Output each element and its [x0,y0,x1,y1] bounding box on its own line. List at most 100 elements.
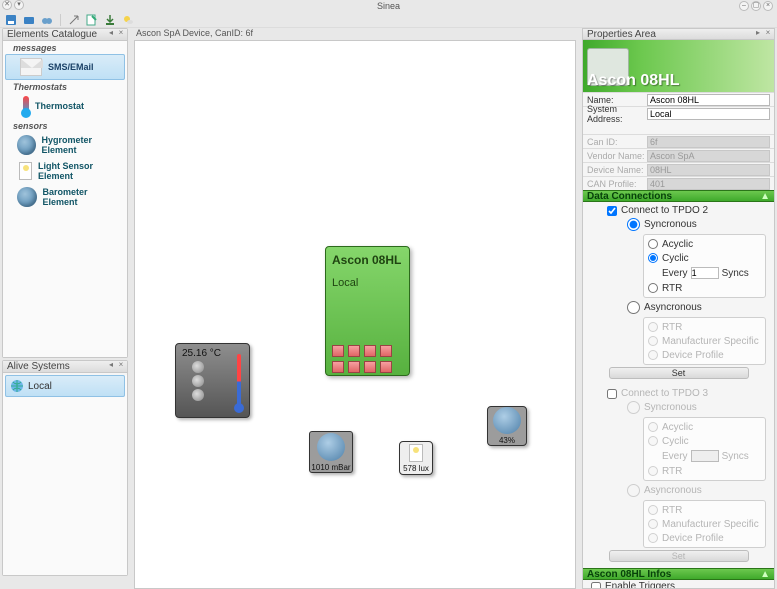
device-infos-header[interactable]: Ascon 08HL Infos▲ [583,568,774,580]
catalogue-item-smsemail[interactable]: SMS/EMail [5,54,125,80]
elements-catalogue-panel: Elements Catalogue ◂× messages SMS/EMail… [2,28,128,358]
acyclic3-radio [648,422,658,432]
catalogue-header[interactable]: Elements Catalogue ◂× [3,29,127,41]
design-canvas[interactable]: Ascon 08HL Local 25.16 °C 1010 mBar 578 … [134,40,576,589]
radio-label: Device Profile [662,533,724,544]
tpdo2-block: Connect to TPDO 2 Syncronous Acyclic Cyc… [583,202,774,385]
field-label: CAN Profile: [587,179,647,189]
catalogue-item-barometer[interactable]: Barometer Element [3,184,127,210]
gauge-icon [17,187,37,207]
field-label: Vendor Name: [587,151,647,161]
main-toolbar [0,12,777,28]
catalogue-item-label: Hygrometer Element [42,135,123,155]
set3-button: Set [609,550,749,562]
manu3-radio [648,519,658,529]
catalogue-item-hygrometer[interactable]: Hygrometer Element [3,132,127,158]
thermostat-node[interactable]: 25.16 °C [175,343,250,418]
device-node-addr: Local [332,277,403,289]
panel-close-icon[interactable]: × [117,29,125,37]
catalogue-group[interactable]: sensors [3,119,127,132]
enable-triggers-checkbox[interactable] [591,582,601,589]
panel-close-icon[interactable]: × [764,29,772,37]
barometer-node[interactable]: 1010 mBar [309,431,353,473]
rtr-radio[interactable] [648,283,658,293]
field-label: Can ID: [587,137,647,147]
name-input[interactable] [647,94,770,106]
catalogue-group[interactable]: messages [3,41,127,54]
minimize-button[interactable]: – [739,1,749,11]
section-title: Data Connections [587,191,672,202]
edit-icon[interactable] [85,13,99,27]
device-port[interactable] [364,345,376,357]
canvas-title: Ascon SpA Device, CanID: 6f [134,28,576,40]
system-menu-icon2[interactable]: ▾ [14,0,24,10]
properties-header[interactable]: Properties Area ▸× [582,28,775,40]
acyclic-radio[interactable] [648,239,658,249]
set-button[interactable]: Set [609,367,749,379]
close-button[interactable]: × [763,1,773,11]
device-port[interactable] [332,345,344,357]
async-radio[interactable] [627,301,640,314]
weather-icon[interactable] [121,13,135,27]
section-collapse-icon[interactable]: ▲ [760,569,770,580]
maximize-button[interactable]: ▢ [751,1,761,11]
arrow-icon[interactable] [67,13,81,27]
hygrometer-node[interactable]: 43% [487,406,527,446]
sync3-options: Acyclic Cyclic Every Syncs RTR [643,417,766,481]
radio-label: Manufacturer Specific [662,336,759,347]
sync-radio[interactable] [627,218,640,231]
rtr3-radio [648,466,658,476]
async-options: RTR Manufacturer Specific Device Profile [643,317,766,365]
download-icon[interactable] [103,13,117,27]
save-icon[interactable] [4,13,18,27]
alive-header[interactable]: Alive Systems ◂× [3,361,127,373]
binoculars-icon[interactable] [40,13,54,27]
panel-close-icon[interactable]: × [117,361,125,369]
lux-value: 578 lux [403,464,429,473]
device-port[interactable] [348,345,360,357]
thermostat-value: 25.16 °C [182,348,221,359]
device-port[interactable] [348,361,360,373]
manufacturer-radio [648,336,658,346]
thermometer-icon [23,96,29,116]
catalogue-item-lightsensor[interactable]: Light Sensor Element [3,158,127,184]
knob-icon [192,375,204,387]
radio-label: Syncronous [644,219,697,230]
radio-label: Cyclic [662,436,689,447]
cyclic-radio[interactable] [648,253,658,263]
device-node[interactable]: Ascon 08HL Local [325,246,410,376]
cyclic3-radio [648,436,658,446]
device-port[interactable] [380,345,392,357]
properties-title: Properties Area [587,29,656,40]
tpdo3-block: Connect to TPDO 3 Syncronous Acyclic Cyc… [583,385,774,568]
thermometer-icon [237,354,241,409]
rtr3b-radio [648,505,658,515]
radio-label: Syncronous [644,402,697,413]
section-collapse-icon[interactable]: ▲ [760,191,770,202]
connect-tpdo2-checkbox[interactable] [607,206,617,216]
catalogue-item-label: Barometer Element [43,187,124,207]
every3-spinner [691,450,719,462]
radio-label: Cyclic [662,253,689,264]
data-connections-header[interactable]: Data Connections ▲ [583,190,774,202]
catalogue-item-thermostat[interactable]: Thermostat [3,93,127,119]
open-icon[interactable] [22,13,36,27]
label: Every [662,268,688,279]
radio-label: RTR [662,505,682,516]
devp3-radio [648,533,658,543]
every-spinner[interactable] [691,267,719,279]
alive-system-item[interactable]: Local [5,375,125,397]
system-address-input[interactable] [647,108,770,120]
device-port[interactable] [380,361,392,373]
catalogue-group[interactable]: Thermostats [3,80,127,93]
device-port[interactable] [332,361,344,373]
collapse-icon[interactable]: ◂ [107,361,115,369]
system-menu-icon[interactable]: ✕ [2,0,12,10]
collapse-icon[interactable]: ▸ [754,29,762,37]
sync-options: Acyclic Cyclic Every Syncs RTR [643,234,766,298]
lightsensor-node[interactable]: 578 lux [399,441,433,475]
collapse-icon[interactable]: ◂ [107,29,115,37]
connect-tpdo3-checkbox[interactable] [607,389,617,399]
canid-input [647,136,770,148]
device-port[interactable] [364,361,376,373]
